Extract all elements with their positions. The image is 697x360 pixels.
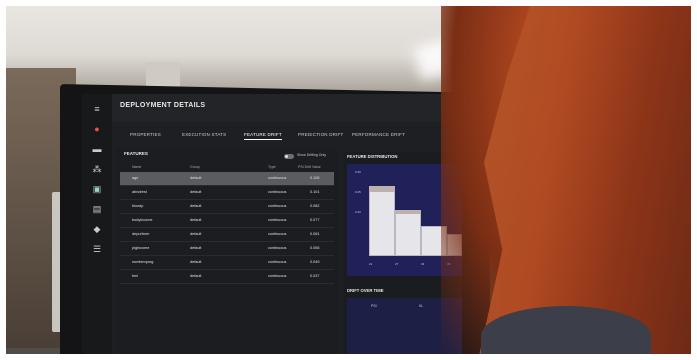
cell-group: default [190, 218, 202, 222]
tab-strip: PROPERTIES EXECUTION STATS FEATURE DRIFT… [112, 126, 462, 142]
x-tick: 21 [369, 262, 373, 266]
logo-icon[interactable]: ● [91, 124, 103, 134]
cell-value: 0.061 [310, 232, 320, 236]
col-header-name[interactable]: Name [132, 165, 141, 169]
cell-group: default [190, 232, 202, 236]
cell-name: bodyincome [132, 218, 153, 222]
features-panel: FEATURES Show Drifting Only Name Group T… [116, 148, 338, 354]
cell-name: bmi [132, 274, 139, 278]
cell-group: default [190, 246, 202, 250]
page-title: DEPLOYMENT DETAILS [120, 102, 206, 109]
cell-name: age [132, 176, 139, 180]
book-icon[interactable]: ▣ [91, 184, 103, 194]
drift-over-time-title: DRIFT OVER TIME [347, 288, 384, 293]
cell-type: continuous [268, 176, 287, 180]
cell-value: 0.077 [310, 218, 320, 222]
table-row[interactable]: bmi default continuous 0.037 [120, 270, 334, 284]
cell-group: default [190, 260, 202, 264]
cell-value: 0.105 [310, 176, 320, 180]
monitor-screen: ≡ ● ▬ ⁂ ▣ ▤ ◆ ☰ DEPLOYMENT DETAILS PROPE… [82, 94, 462, 354]
cell-value: 0.101 [310, 190, 320, 194]
features-title: FEATURES [124, 151, 148, 156]
list-icon[interactable]: ☰ [91, 244, 103, 254]
col-header-group[interactable]: Group [190, 165, 200, 169]
cell-name: bloodp [132, 204, 144, 208]
cell-type: continuous [268, 274, 287, 278]
histogram-bar-cap [369, 186, 395, 192]
toggle-knob [285, 155, 288, 158]
table-row[interactable]: abndrest default continuous 0.101 [120, 186, 334, 200]
cell-type: continuous [268, 190, 287, 194]
table-row[interactable]: bodyincome default continuous 0.077 [120, 214, 334, 228]
alert-icon[interactable]: ◆ [91, 224, 103, 234]
app-sidebar: ≡ ● ▬ ⁂ ▣ ▤ ◆ ☰ [82, 94, 112, 354]
table-row[interactable]: pigincome default continuous 0.056 [120, 242, 334, 256]
cell-name: numtemporg [132, 260, 154, 264]
cell-value: 0.037 [310, 274, 320, 278]
tab-feature-drift[interactable]: FEATURE DRIFT [244, 132, 282, 140]
cell-type: continuous [268, 204, 287, 208]
tab-performance-drift[interactable]: PERFORMANCE DRIFT [352, 132, 405, 137]
x-tick: 33 [421, 262, 425, 266]
cell-name: abndrest [132, 190, 147, 194]
tab-properties[interactable]: PROPERTIES [130, 132, 161, 137]
cell-group: default [190, 204, 202, 208]
y-tick: 0.20 [355, 210, 361, 214]
network-icon[interactable]: ⁂ [91, 164, 103, 174]
cell-type: continuous [268, 218, 287, 222]
cell-type: continuous [268, 260, 287, 264]
table-row[interactable]: numtemporg default continuous 0.049 [120, 256, 334, 270]
tab-prediction-drift[interactable]: PREDICTION DRIFT [298, 132, 343, 137]
table-row[interactable]: depurform default continuous 0.061 [120, 228, 334, 242]
drift-series-label: PSI [371, 304, 377, 308]
col-header-psi[interactable]: PSI Drift Value [298, 165, 321, 169]
histogram-bar [369, 186, 395, 256]
table-row[interactable]: bloodp default continuous 0.082 [120, 200, 334, 214]
distribution-title: FEATURE DISTRIBUTION [347, 154, 398, 159]
cell-type: continuous [268, 246, 287, 250]
cell-group: default [190, 274, 202, 278]
cell-group: default [190, 176, 202, 180]
toggle-label: Show Drifting Only [297, 153, 326, 157]
cell-name: pigincome [132, 246, 150, 250]
histogram-bar-cap [395, 210, 421, 214]
histogram-bar [395, 210, 421, 256]
office-photo: ≡ ● ▬ ⁂ ▣ ▤ ◆ ☰ DEPLOYMENT DETAILS PROPE… [6, 6, 691, 354]
cell-name: depurform [132, 232, 150, 236]
server-icon[interactable]: ▤ [91, 204, 103, 214]
cell-value: 0.056 [310, 246, 320, 250]
x-tick: 27 [395, 262, 399, 266]
header-bar: DEPLOYMENT DETAILS [112, 94, 462, 122]
cell-value: 0.082 [310, 204, 320, 208]
menu-icon[interactable]: ≡ [91, 104, 103, 114]
y-tick: 0.30 [355, 170, 361, 174]
drifting-only-toggle[interactable] [284, 154, 294, 159]
table-row[interactable]: age default continuous 0.105 [120, 172, 334, 186]
cell-value: 0.049 [310, 260, 320, 264]
cell-type: continuous [268, 232, 287, 236]
tab-execution-stats[interactable]: EXECUTION STATS [182, 132, 226, 137]
col-header-type[interactable]: Type [268, 165, 276, 169]
cell-group: default [190, 190, 202, 194]
drift-series-label: KL [419, 304, 424, 308]
y-tick: 0.25 [355, 190, 361, 194]
folder-icon[interactable]: ▬ [91, 144, 103, 154]
